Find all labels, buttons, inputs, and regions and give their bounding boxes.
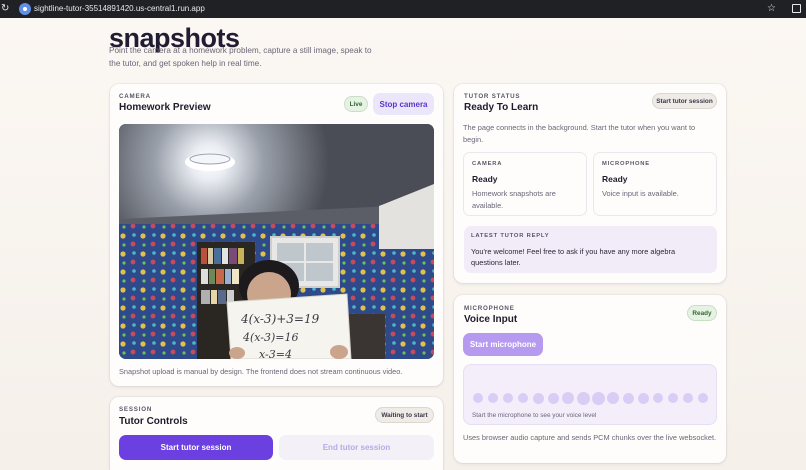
voice-level-dot — [503, 393, 513, 403]
voice-level-dot — [653, 393, 663, 403]
microphone-status-tile: MICROPHONE Ready Voice input is availabl… — [593, 152, 717, 216]
status-start-session-chip[interactable]: Start tutor session — [652, 93, 717, 109]
stop-camera-button[interactable]: Stop camera — [373, 93, 434, 115]
camera-title: Homework Preview — [119, 102, 211, 113]
camera-status-state: Ready — [472, 174, 498, 184]
address-bar[interactable]: sightline-tutor-35514891420.us-central1.… — [34, 3, 205, 15]
camera-status-eyebrow: CAMERA — [472, 161, 503, 167]
voice-level-dot — [518, 393, 528, 403]
camera-feed-image: 4(x-3)+3=19 4(x-3)=16 x-3=4 — [119, 124, 434, 359]
tutor-status-eyebrow: TUTOR STATUS — [464, 93, 521, 100]
voice-level-dot — [607, 392, 619, 404]
voice-level-dot — [562, 392, 574, 404]
start-tutor-session-button[interactable]: Start tutor session — [119, 435, 273, 460]
extensions-icon[interactable] — [792, 4, 801, 13]
camera-preview: 4(x-3)+3=19 4(x-3)=16 x-3=4 — [119, 124, 434, 359]
board-line-3: x-3=4 — [259, 348, 292, 359]
voice-title: Voice Input — [464, 314, 518, 325]
camera-eyebrow: CAMERA — [119, 93, 151, 100]
voice-level-dot — [698, 393, 708, 403]
microphone-status-state: Ready — [602, 174, 628, 184]
board-line-2: 4(x-3)=16 — [242, 331, 299, 344]
voice-note: Uses browser audio capture and sends PCM… — [463, 433, 717, 442]
latest-tutor-reply: LATEST TUTOR REPLY You're welcome! Feel … — [464, 226, 717, 273]
latest-reply-eyebrow: LATEST TUTOR REPLY — [471, 233, 550, 239]
voice-level-meter: Start the microphone to see your voice l… — [463, 364, 717, 425]
board-line-1: 4(x-3)+3=19 — [240, 312, 320, 326]
camera-note: Snapshot upload is manual by design. The… — [119, 367, 403, 376]
page-intro: Point the camera at a homework problem, … — [109, 46, 372, 68]
camera-status-text: Homework snapshots are available. — [472, 189, 556, 210]
start-microphone-button[interactable]: Start microphone — [463, 333, 543, 356]
voice-level-dot — [532, 392, 544, 404]
voice-level-dot — [488, 393, 498, 403]
voice-level-dot — [473, 393, 483, 403]
latest-reply-text: You're welcome! Feel free to ask if you … — [471, 247, 676, 267]
microphone-status-eyebrow: MICROPHONE — [602, 161, 650, 167]
bookmark-star-icon[interactable]: ☆ — [767, 2, 776, 16]
tutor-status-title: Ready To Learn — [464, 102, 539, 113]
browser-toolbar: ↻ sightline-tutor-35514891420.us-central… — [0, 0, 806, 18]
controls-eyebrow: SESSION — [119, 406, 153, 413]
voice-level-dot — [591, 391, 605, 405]
voice-level-hint: Start the microphone to see your voice l… — [472, 412, 597, 419]
site-info-icon[interactable] — [19, 3, 31, 15]
voice-level-dot — [637, 392, 649, 404]
voice-level-dot — [547, 392, 559, 404]
reload-icon[interactable]: ↻ — [1, 2, 11, 16]
session-status-badge: Waiting to start — [375, 407, 434, 423]
voice-ready-badge: Ready — [687, 305, 717, 321]
camera-live-badge: Live — [344, 96, 368, 112]
end-tutor-session-button[interactable]: End tutor session — [279, 435, 434, 460]
voice-eyebrow: MICROPHONE — [464, 305, 515, 312]
camera-status-tile: CAMERA Ready Homework snapshots are avai… — [463, 152, 587, 216]
voice-level-dot — [668, 393, 678, 403]
microphone-status-text: Voice input is available. — [602, 189, 679, 198]
voice-level-dot — [683, 393, 693, 403]
voice-level-dot — [622, 392, 634, 404]
voice-level-dot — [576, 391, 590, 405]
controls-title: Tutor Controls — [119, 416, 188, 427]
tutor-status-description: The page connects in the background. Sta… — [463, 123, 696, 144]
